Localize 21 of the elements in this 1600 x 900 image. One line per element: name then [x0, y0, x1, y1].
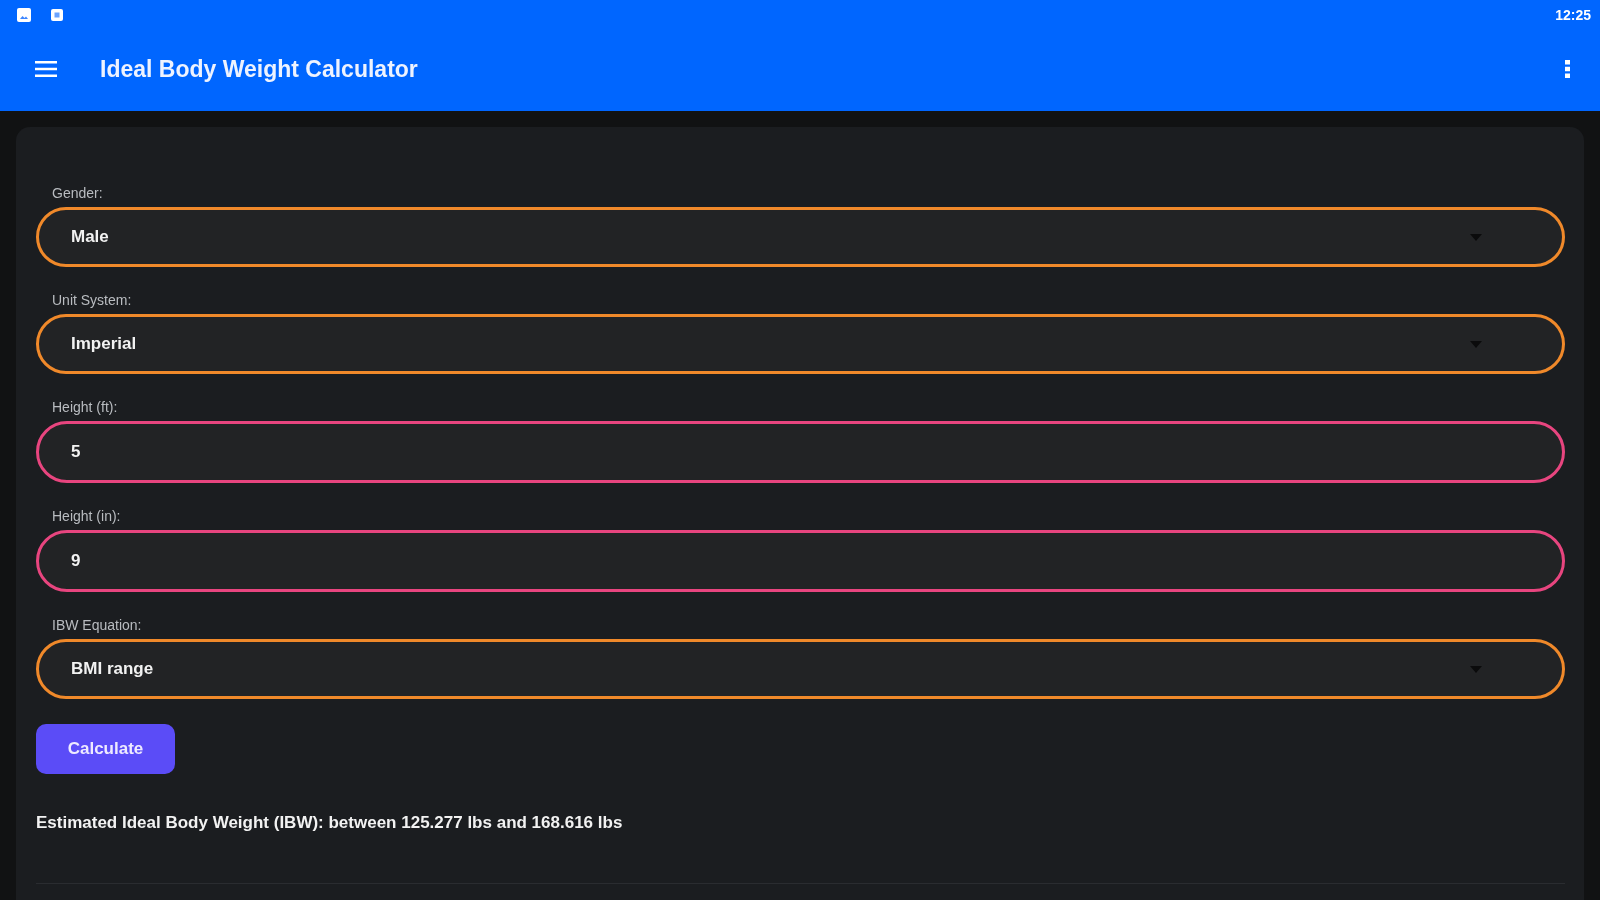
field-label: Height (ft): — [52, 398, 118, 416]
more-icon[interactable] — [1565, 59, 1570, 78]
dropdown-field[interactable]: Male — [36, 207, 1565, 267]
dropdown-field[interactable]: BMI range — [36, 639, 1565, 699]
menu-icon[interactable] — [35, 60, 57, 77]
result-text: Estimated Ideal Body Weight (IBW): between 125.277 lbs and 168.616 lbs — [36, 813, 623, 833]
app-title: Ideal Body Weight Calculator — [100, 54, 418, 83]
picture-icon — [17, 8, 31, 22]
caret-icon — [1470, 665, 1482, 673]
input-field[interactable]: 9 — [36, 530, 1565, 592]
dropdown-field[interactable]: Imperial — [36, 314, 1565, 374]
calculate-button[interactable]: Calculate — [36, 724, 175, 774]
field-label: Height (in): — [52, 507, 121, 525]
caret-icon — [1470, 233, 1482, 241]
field-label: Unit System: — [52, 291, 132, 309]
square-icon — [51, 9, 63, 21]
field-label: IBW Equation: — [52, 616, 142, 634]
input-field[interactable]: 5 — [36, 421, 1565, 483]
field-label: Gender: — [52, 184, 103, 202]
caret-icon — [1470, 340, 1482, 348]
status-time: 12:25 — [1555, 7, 1591, 23]
